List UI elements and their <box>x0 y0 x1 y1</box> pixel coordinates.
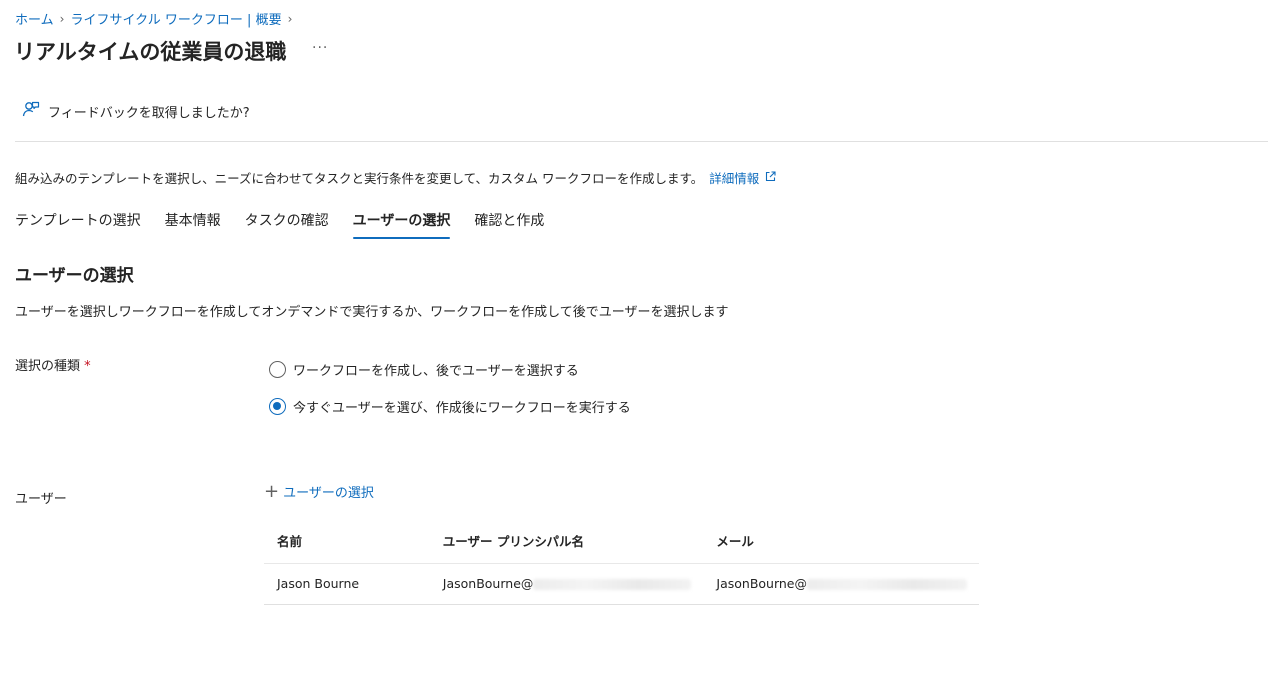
cell-name: Jason Bourne <box>264 563 430 605</box>
description-text: 組み込みのテンプレートを選択し、ニーズに合わせてタスクと実行条件を変更して、カス… <box>15 171 704 186</box>
selection-type-label: 選択の種類 * <box>15 355 91 374</box>
open-external-icon <box>765 170 776 185</box>
tab-review-create[interactable]: 確認と作成 <box>474 210 544 239</box>
chevron-right-icon: › <box>59 11 65 26</box>
tab-template-select[interactable]: テンプレートの選択 <box>15 210 141 239</box>
breadcrumb: ホーム › ライフサイクル ワークフロー | 概要 › <box>15 9 293 29</box>
tab-select-users[interactable]: ユーザーの選択 <box>352 210 450 239</box>
wizard-tabs: テンプレートの選択 基本情報 タスクの確認 ユーザーの選択 確認と作成 <box>15 210 568 239</box>
table-row[interactable]: Jason Bourne JasonBourne@ JasonBourne@ <box>264 563 979 605</box>
users-table: 名前 ユーザー プリンシパル名 メール Jason Bourne JasonBo… <box>264 520 979 605</box>
cell-email: JasonBourne@ <box>703 563 979 605</box>
feedback-button[interactable]: フィードバックを取得しましたか? <box>22 100 250 122</box>
users-label: ユーザー <box>15 492 67 507</box>
divider <box>15 141 1268 142</box>
radio-circle-checked[interactable] <box>269 398 286 415</box>
chevron-right-icon: › <box>287 11 293 26</box>
required-mark: * <box>84 359 91 374</box>
tab-review-tasks[interactable]: タスクの確認 <box>245 210 329 239</box>
learn-more-link[interactable]: 詳細情報 <box>709 168 776 187</box>
radio-circle[interactable] <box>269 361 286 378</box>
more-options-button[interactable]: ··· <box>312 40 328 56</box>
add-user-label: ユーザーの選択 <box>283 486 374 501</box>
cell-upn: JasonBourne@ <box>429 563 704 605</box>
column-header-email[interactable]: メール <box>703 520 979 564</box>
email-text: JasonBourne@ <box>716 576 807 591</box>
redacted-domain <box>807 579 967 590</box>
radio-label: ワークフローを作成し、後でユーザーを選択する <box>293 364 579 379</box>
radio-select-now[interactable]: 今すぐユーザーを選び、作成後にワークフローを実行する <box>269 397 631 416</box>
table-header-row: 名前 ユーザー プリンシパル名 メール <box>264 520 979 564</box>
upn-text: JasonBourne@ <box>442 576 534 591</box>
selection-type-text: 選択の種類 <box>15 359 81 374</box>
tab-basics[interactable]: 基本情報 <box>165 210 221 239</box>
plus-icon: + <box>264 480 280 502</box>
column-header-name[interactable]: 名前 <box>264 520 430 564</box>
page-title: リアルタイムの従業員の退職 <box>14 40 287 64</box>
person-feedback-icon <box>22 100 40 122</box>
add-user-button[interactable]: + ユーザーの選択 <box>264 482 374 501</box>
breadcrumb-lifecycle-link[interactable]: ライフサイクル ワークフロー | 概要 <box>70 9 281 28</box>
radio-label: 今すぐユーザーを選び、作成後にワークフローを実行する <box>293 401 631 416</box>
section-title: ユーザーの選択 <box>15 266 134 286</box>
radio-create-later[interactable]: ワークフローを作成し、後でユーザーを選択する <box>269 360 579 379</box>
feedback-label: フィードバックを取得しましたか? <box>48 105 250 121</box>
section-description: ユーザーを選択しワークフローを作成してオンデマンドで実行するか、ワークフローを作… <box>15 305 729 320</box>
column-header-upn[interactable]: ユーザー プリンシパル名 <box>429 520 704 564</box>
page-description: 組み込みのテンプレートを選択し、ニーズに合わせてタスクと実行条件を変更して、カス… <box>15 168 776 187</box>
breadcrumb-home-link[interactable]: ホーム <box>15 9 54 28</box>
redacted-domain <box>533 579 692 590</box>
learn-more-label: 詳細情報 <box>709 171 760 186</box>
